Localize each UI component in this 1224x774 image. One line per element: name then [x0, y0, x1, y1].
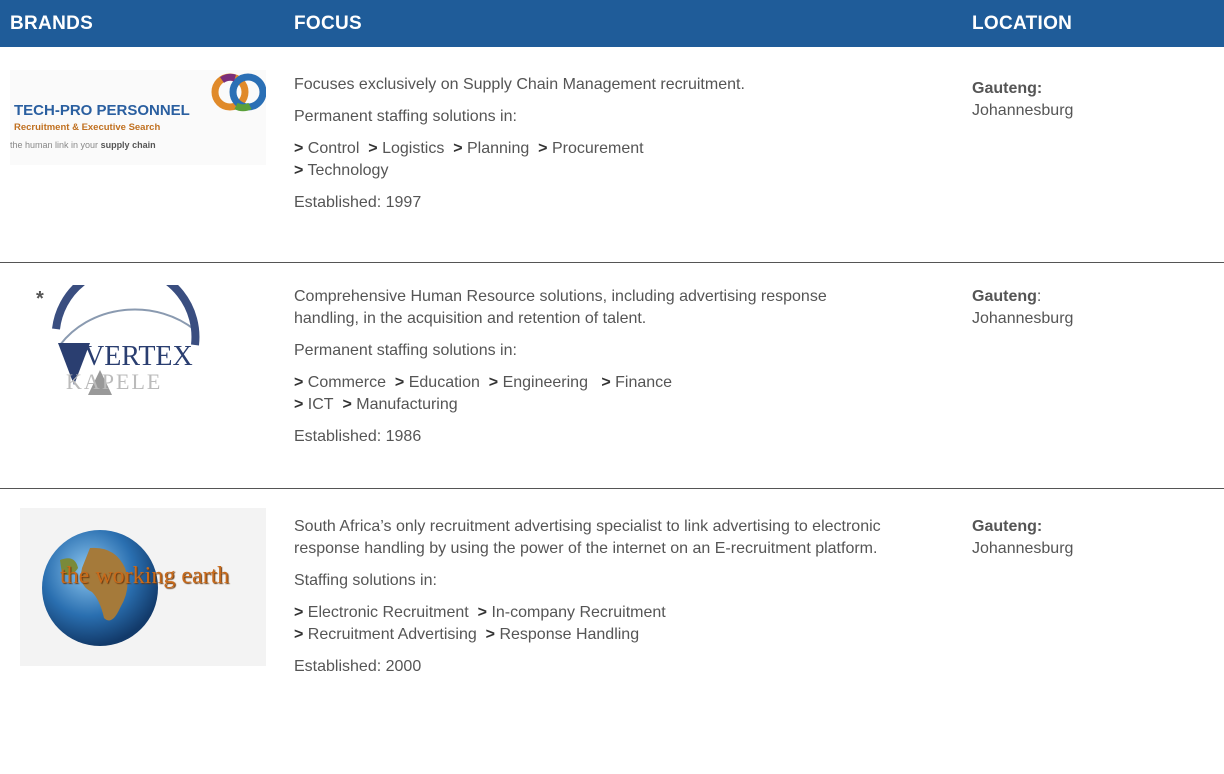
solutions-list: > Control > Logistics > Planning > Procu… [294, 140, 644, 179]
tech-pro-tagline: Recruitment & Executive Search [14, 122, 161, 133]
description: South Africa’s only recruitment advertis… [294, 518, 881, 557]
kapele-name: KAPELE [66, 369, 163, 394]
solutions-list: > Electronic Recruitment > In-company Re… [294, 604, 666, 643]
vertex-kapele-logo: VERTEX KAPELE [20, 263, 220, 410]
established: Established: 2000 [294, 658, 422, 675]
location-region: Gauteng: [972, 518, 1043, 535]
description: Focuses exclusively on Supply Chain Mana… [294, 76, 745, 93]
location-city: Johannesburg [972, 102, 1074, 119]
solutions-intro: Permanent staffing solutions in: [294, 108, 517, 125]
tech-pro-logo: TECH-PRO PERSONNEL Recruitment & Executi… [10, 70, 267, 165]
location-column-header: LOCATION [972, 13, 1073, 34]
focus-column-header: FOCUS [294, 13, 362, 34]
location-cell: Gauteng: Johannesburg [972, 288, 1074, 327]
location-city: Johannesburg [972, 310, 1074, 327]
solutions-intro: Staffing solutions in: [294, 572, 437, 589]
focus-cell: Focuses exclusively on Supply Chain Mana… [294, 74, 914, 224]
established: Established: 1986 [294, 428, 422, 445]
location-cell: Gauteng: Johannesburg [972, 516, 1212, 560]
tech-pro-name: TECH-PRO PERSONNEL [14, 102, 190, 119]
row-divider [0, 488, 1224, 489]
brands-column-header: BRANDS [10, 13, 94, 34]
description: Comprehensive Human Resource solutions, … [294, 288, 827, 327]
location-region: Gauteng: [972, 80, 1043, 97]
location-region: Gauteng [972, 288, 1037, 305]
working-earth-name: the working earth [60, 563, 230, 589]
focus-cell: Comprehensive Human Resource solutions, … [294, 286, 914, 458]
location-cell: Gauteng: Johannesburg [972, 78, 1212, 122]
established: Established: 1997 [294, 194, 422, 211]
row-divider [0, 262, 1224, 263]
working-earth-logo: the working earth [20, 508, 266, 666]
location-city: Johannesburg [972, 540, 1074, 557]
solutions-intro: Permanent staffing solutions in: [294, 342, 517, 359]
focus-cell: South Africa’s only recruitment advertis… [294, 516, 914, 688]
solutions-list: > Commerce > Education > Engineering > F… [294, 374, 673, 413]
table-header: BRANDS FOCUS LOCATION [0, 0, 1224, 47]
tech-pro-slogan: the human link in your supply chain [10, 140, 156, 150]
